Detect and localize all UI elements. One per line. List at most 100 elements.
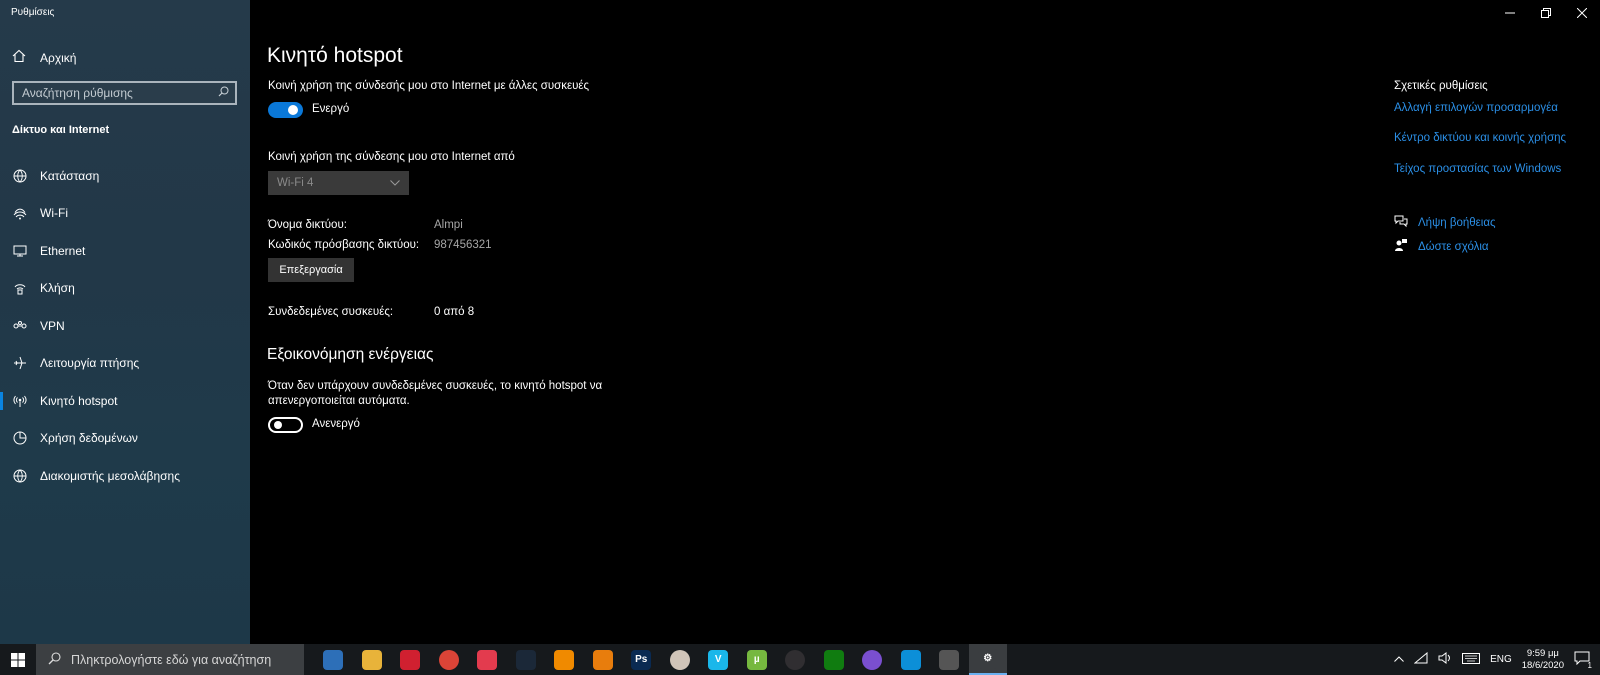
- chrome-icon: [438, 649, 459, 670]
- keyboard-icon[interactable]: [1462, 652, 1481, 667]
- clock[interactable]: 9:59 μμ 18/6/2020: [1522, 648, 1564, 672]
- sidebar-home[interactable]: Αρχική: [12, 49, 76, 66]
- vlc-app[interactable]: [545, 644, 584, 675]
- share-toggle-state: Ενεργό: [312, 103, 350, 115]
- feedback-label: Δώστε σχόλια: [1418, 240, 1489, 253]
- vimeo-app[interactable]: V: [699, 644, 738, 675]
- taskbar-search[interactable]: Πληκτρολογήστε εδώ για αναζήτηση: [36, 644, 304, 675]
- settings-search-box[interactable]: [12, 81, 237, 105]
- sidebar-item-label: Wi-Fi: [40, 206, 68, 221]
- main-content: Κινητό hotspot Κοινή χρήση της σύνδεσής …: [250, 0, 1600, 644]
- file-explorer-icon: [361, 649, 382, 670]
- sidebar-item-status[interactable]: Κατάσταση: [0, 157, 250, 195]
- search-icon[interactable]: [218, 84, 229, 102]
- chrome-app[interactable]: [430, 644, 469, 675]
- clock-date: 18/6/2020: [1521, 659, 1564, 671]
- connected-devices-value: 0 από 8: [434, 306, 475, 318]
- language-indicator[interactable]: ENG: [1490, 654, 1512, 665]
- volume-icon[interactable]: [1438, 652, 1452, 667]
- taskbar-apps: Ps Vµ ⚙: [314, 644, 1007, 675]
- network-tray-icon[interactable]: [1413, 651, 1428, 667]
- dropdown-value: Wi-Fi 4: [277, 177, 314, 189]
- sidebar-item-wifi[interactable]: Wi-Fi: [0, 195, 250, 233]
- taskbar: Πληκτρολογήστε εδώ για αναζήτηση Ps Vµ ⚙ E…: [0, 644, 1600, 675]
- file-explorer-app[interactable]: [353, 644, 392, 675]
- cortana-app[interactable]: [314, 644, 353, 675]
- sidebar-item-label: Κινητό hotspot: [40, 393, 118, 408]
- sidebar-item-proxy[interactable]: Διακομιστής μεσολάβησης: [0, 457, 250, 495]
- toggle-knob: [274, 421, 282, 429]
- password-value: 987456321: [434, 239, 492, 251]
- share-from-label: Κοινή χρήση της σύνδεσης μου στο Interne…: [268, 151, 515, 163]
- share-label: Κοινή χρήση της σύνδεσής μου στο Interne…: [268, 80, 590, 92]
- circle-icon: [669, 649, 690, 670]
- ethernet-icon: [12, 243, 28, 259]
- window-title: Ρυθμίσεις: [11, 7, 55, 18]
- sidebar-item-hotspot[interactable]: Κινητό hotspot: [0, 382, 250, 420]
- chevron-up-icon[interactable]: [1394, 654, 1404, 665]
- calculator-app[interactable]: [930, 644, 969, 675]
- related-link-adapter-options[interactable]: Αλλαγή επιλογών προσαρμογέα: [1394, 102, 1558, 114]
- edge-icon: [900, 649, 921, 670]
- sidebar-section-title: Δίκτυο και Internet: [12, 124, 110, 136]
- clock-time: 9:59 μμ: [1526, 647, 1559, 659]
- page-title: Κινητό hotspot: [267, 44, 403, 67]
- data-usage-icon: [12, 430, 28, 446]
- media-app[interactable]: [468, 644, 507, 675]
- blender-icon: [592, 649, 613, 670]
- power-saving-toggle-state: Ανενεργό: [312, 418, 360, 430]
- sidebar-nav: Κατάσταση Wi-Fi Ethernet Κλήση VPN Λειτο…: [0, 157, 250, 495]
- obs-app[interactable]: [776, 644, 815, 675]
- sidebar-item-vpn[interactable]: VPN: [0, 307, 250, 345]
- edge-app[interactable]: [892, 644, 931, 675]
- globe-status-icon: [12, 168, 28, 184]
- power-saving-desc-line2: απενεργοποιείται αυτόματα.: [268, 395, 410, 407]
- feedback-link[interactable]: Δώστε σχόλια: [1394, 238, 1489, 255]
- windows-logo-icon: [11, 652, 25, 667]
- sidebar: Ρυθμίσεις Αρχική Δίκτυο και Internet Κατ…: [0, 0, 250, 644]
- start-button[interactable]: [0, 644, 36, 675]
- share-toggle[interactable]: [268, 102, 303, 118]
- sidebar-item-ethernet[interactable]: Ethernet: [0, 232, 250, 270]
- notification-center-icon[interactable]: 1: [1574, 651, 1592, 670]
- utorrent-app[interactable]: µ: [738, 644, 777, 675]
- home-icon: [12, 49, 26, 66]
- vpn-icon: [12, 318, 28, 334]
- sidebar-item-label: Διακομιστής μεσολάβησης: [40, 468, 180, 483]
- settings-app[interactable]: ⚙: [968, 644, 1007, 675]
- red-app[interactable]: [391, 644, 430, 675]
- get-help-label: Λήψη βοήθειας: [1418, 216, 1496, 229]
- photoshop-app[interactable]: Ps: [622, 644, 661, 675]
- edit-button[interactable]: Επεξεργασία: [268, 258, 354, 282]
- taskbar-search-placeholder: Πληκτρολογήστε εδώ για αναζήτηση: [71, 652, 272, 667]
- sidebar-item-label: Κατάσταση: [40, 168, 100, 183]
- circle-app[interactable]: [661, 644, 700, 675]
- network-name-value: Almpi: [434, 219, 463, 231]
- power-saving-toggle[interactable]: [268, 417, 303, 433]
- blender-app[interactable]: [584, 644, 623, 675]
- search-icon: [48, 651, 61, 668]
- settings-search-input[interactable]: [22, 86, 202, 100]
- steam-app[interactable]: [507, 644, 546, 675]
- related-link-network-sharing-center[interactable]: Κέντρο δικτύου και κοινής χρήσης: [1394, 132, 1566, 144]
- color-app[interactable]: [853, 644, 892, 675]
- xbox-app[interactable]: [815, 644, 854, 675]
- obs-icon: [785, 649, 806, 670]
- calculator-icon: [939, 649, 960, 670]
- steam-icon: [515, 649, 536, 670]
- sidebar-item-data-usage[interactable]: Χρήση δεδομένων: [0, 420, 250, 458]
- chevron-down-icon: [390, 177, 400, 189]
- hotspot-icon: [12, 393, 28, 409]
- related-settings-title: Σχετικές ρυθμίσεις: [1394, 80, 1488, 92]
- network-name-label: Όνομα δικτύου:: [268, 219, 347, 231]
- cortana-icon: [323, 649, 344, 670]
- vimeo-icon: V: [708, 649, 729, 670]
- sidebar-item-label: Λειτουργία πτήσης: [40, 356, 140, 371]
- airplane-icon: [12, 355, 28, 371]
- share-from-dropdown[interactable]: Wi-Fi 4: [268, 171, 409, 195]
- related-link-windows-firewall[interactable]: Τείχος προστασίας των Windows: [1394, 163, 1561, 175]
- notification-count: 1: [1587, 661, 1592, 670]
- get-help-link[interactable]: Λήψη βοήθειας: [1394, 214, 1496, 231]
- sidebar-item-airplane[interactable]: Λειτουργία πτήσης: [0, 345, 250, 383]
- sidebar-item-dialup[interactable]: Κλήση: [0, 270, 250, 308]
